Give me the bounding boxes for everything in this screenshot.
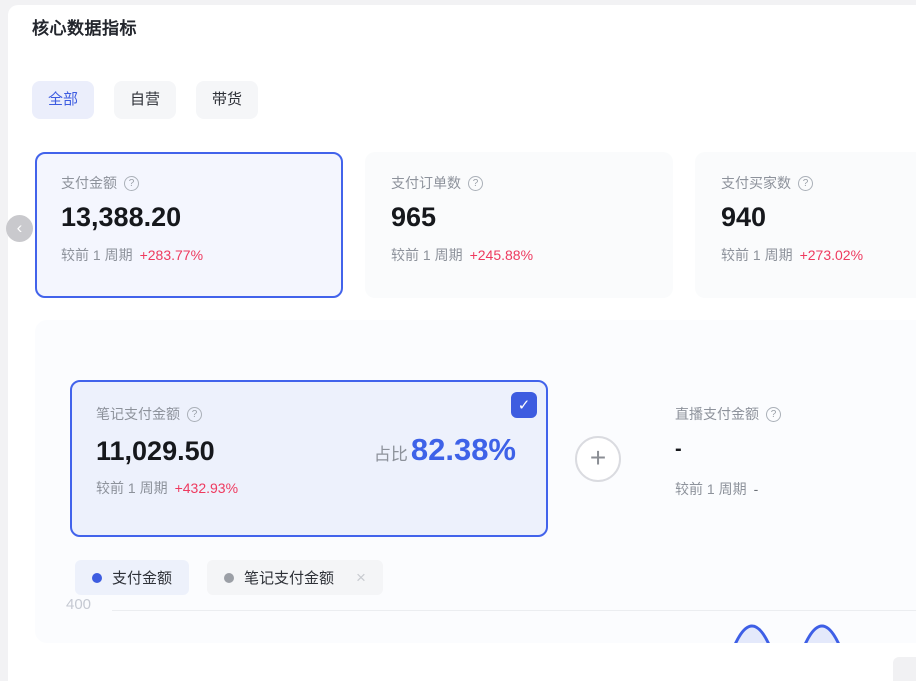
metric-label: 支付订单数: [391, 173, 461, 193]
metric-card-header: 支付买家数 ?: [721, 173, 916, 193]
legend-dot-icon: [224, 573, 234, 583]
breakdown-panel: ✓ 笔记支付金额 ? 11,029.50 占比 82.38% 较前 1 周期 +…: [35, 320, 916, 643]
metric-value: 940: [721, 202, 916, 233]
metric-value: 965: [391, 202, 647, 233]
plus-icon: +: [590, 444, 606, 472]
metric-cards-row: 支付金额 ? 13,388.20 较前 1 周期 +283.77% 支付订单数 …: [8, 152, 916, 298]
page-title: 核心数据指标: [32, 14, 137, 39]
scope-tabs: 全部 自营 带货: [32, 81, 258, 119]
metric-compare: 较前 1 周期 +245.88%: [391, 245, 647, 265]
metric-card-payment-orders[interactable]: 支付订单数 ? 965 较前 1 周期 +245.88%: [365, 152, 673, 298]
metric-compare: 较前 1 周期 +273.02%: [721, 245, 916, 265]
metric-label: 支付金额: [61, 173, 117, 193]
compare-label: 较前 1 周期: [96, 478, 168, 498]
change-value: +245.88%: [470, 247, 533, 263]
checkbox-checked-icon[interactable]: ✓: [511, 392, 537, 418]
change-value: +283.77%: [140, 247, 203, 263]
change-value: +432.93%: [175, 480, 238, 496]
help-icon[interactable]: ?: [124, 176, 139, 191]
metric-compare: 较前 1 周期 -: [675, 479, 916, 499]
tab-all[interactable]: 全部: [32, 81, 94, 119]
compare-label: 较前 1 周期: [61, 245, 133, 265]
line-chart-peaks: [700, 617, 916, 643]
metric-card-header: 支付金额 ?: [61, 173, 317, 193]
chevron-left-icon: ‹: [17, 219, 23, 236]
compare-label: 较前 1 周期: [721, 245, 793, 265]
legend-label: 笔记支付金额: [244, 567, 334, 588]
legend-label: 支付金额: [112, 567, 172, 588]
chart-y-tick: 400: [66, 596, 91, 613]
metric-label: 笔记支付金额: [96, 404, 180, 424]
metric-card-payment-amount[interactable]: 支付金额 ? 13,388.20 较前 1 周期 +283.77%: [35, 152, 343, 298]
legend-chip-note-payment[interactable]: 笔记支付金额 ×: [207, 560, 383, 595]
metric-compare: 较前 1 周期 +432.93%: [96, 478, 522, 498]
core-metrics-panel: 核心数据指标 全部 自营 带货 支付金额 ? 13,388.20 较前 1 周期…: [8, 5, 916, 681]
metric-label: 支付买家数: [721, 173, 791, 193]
metric-card-header: 支付订单数 ?: [391, 173, 647, 193]
help-icon[interactable]: ?: [766, 407, 781, 422]
metric-value: -: [675, 438, 916, 461]
metric-value: 11,029.50: [96, 436, 215, 467]
help-icon[interactable]: ?: [468, 176, 483, 191]
share-group: 占比 82.38%: [374, 432, 516, 468]
change-value: +273.02%: [800, 247, 863, 263]
carousel-scroll-left-button[interactable]: ‹: [6, 215, 33, 242]
chart-gridline: [112, 610, 916, 611]
sub-card-header: 直播支付金额 ?: [675, 404, 916, 424]
compare-label: 较前 1 周期: [391, 245, 463, 265]
tab-self-operated[interactable]: 自营: [114, 81, 176, 119]
corner-widget-cutoff[interactable]: [893, 657, 916, 681]
legend-dot-icon: [92, 573, 102, 583]
legend-chip-payment-amount[interactable]: 支付金额: [75, 560, 189, 595]
share-label: 占比: [374, 440, 408, 465]
close-icon[interactable]: ×: [356, 569, 366, 586]
change-value: -: [754, 481, 759, 497]
compare-label: 较前 1 周期: [675, 479, 747, 499]
metric-compare: 较前 1 周期 +283.77%: [61, 245, 317, 265]
dashboard-page: 核心数据指标 全部 自营 带货 支付金额 ? 13,388.20 较前 1 周期…: [0, 0, 916, 681]
tab-affiliate[interactable]: 带货: [196, 81, 258, 119]
metric-value: 13,388.20: [61, 202, 317, 233]
add-metric-button[interactable]: +: [575, 436, 621, 482]
sub-card-header: 笔记支付金额 ?: [96, 404, 522, 424]
help-icon[interactable]: ?: [798, 176, 813, 191]
help-icon[interactable]: ?: [187, 407, 202, 422]
metric-label: 直播支付金额: [675, 404, 759, 424]
chart-legend: 支付金额 笔记支付金额 ×: [75, 560, 383, 595]
sub-card-note-payment[interactable]: ✓ 笔记支付金额 ? 11,029.50 占比 82.38% 较前 1 周期 +…: [70, 380, 548, 537]
sub-card-live-payment[interactable]: 直播支付金额 ? - 较前 1 周期 -: [648, 380, 916, 537]
share-value: 82.38%: [411, 432, 516, 468]
sub-value-row: 11,029.50 占比 82.38%: [96, 432, 522, 468]
metric-card-payment-buyers[interactable]: 支付买家数 ? 940 较前 1 周期 +273.02%: [695, 152, 916, 298]
